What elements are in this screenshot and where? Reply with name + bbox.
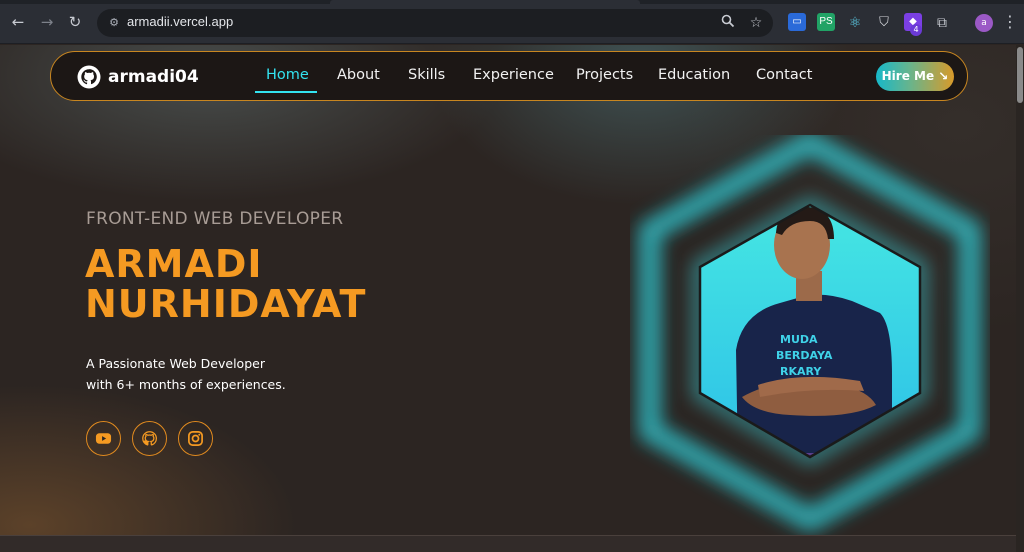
nav-about[interactable]: About <box>337 67 380 83</box>
instagram-icon <box>188 431 203 446</box>
browser-toolbar: ← → ↻ ⚙ armadii.vercel.app ☆ ▭ PS ⚛ ⛉ ◆ … <box>0 0 1024 44</box>
hero-name-line2: NURHIDAYAT <box>85 282 367 326</box>
zoom-icon[interactable] <box>719 14 737 32</box>
scrollbar-thumb[interactable] <box>1017 47 1023 103</box>
profile-avatar[interactable]: a <box>975 14 993 32</box>
active-nav-underline <box>255 91 317 93</box>
shirt-text-3: RKARY <box>780 365 822 378</box>
forward-icon[interactable]: → <box>37 12 57 32</box>
address-bar[interactable]: ⚙ armadii.vercel.app ☆ <box>97 9 773 37</box>
nav-home[interactable]: Home <box>266 67 309 83</box>
nav-experience[interactable]: Experience <box>473 67 554 83</box>
next-section-peek <box>0 535 1016 552</box>
menu-icon[interactable]: ⋮ <box>1002 12 1018 32</box>
hire-me-button[interactable]: Hire Me ↘ <box>876 62 954 91</box>
shield-icon[interactable]: ⛉ <box>875 13 893 31</box>
active-tab[interactable] <box>330 0 640 4</box>
url-text[interactable]: armadii.vercel.app <box>127 14 233 29</box>
bookmark-star-icon[interactable]: ☆ <box>747 14 765 32</box>
reload-icon[interactable]: ↻ <box>65 12 85 32</box>
nav-education[interactable]: Education <box>658 67 730 83</box>
page-viewport: armadi04 Home About Skills Experience Pr… <box>0 45 1024 552</box>
site-navbar: armadi04 Home About Skills Experience Pr… <box>50 51 968 101</box>
page-scrollbar[interactable] <box>1016 45 1024 552</box>
hero-name-line1: ARMADI <box>85 242 263 286</box>
extension-tab-icon[interactable]: ▭ <box>788 13 806 31</box>
extension-ps-icon[interactable]: PS <box>817 13 835 31</box>
back-icon[interactable]: ← <box>8 12 28 32</box>
profile-hexagon: MUDA BERDAYA RKARY <box>638 135 982 534</box>
youtube-link[interactable] <box>86 421 121 456</box>
extension-badge: 4 <box>910 24 922 36</box>
nav-contact[interactable]: Contact <box>756 67 812 83</box>
github-icon <box>142 431 158 446</box>
hero-role: FRONT-END WEB DEVELOPER <box>86 209 344 229</box>
github-logo-icon <box>77 65 101 89</box>
shirt-text-1: MUDA <box>780 333 818 346</box>
nav-skills[interactable]: Skills <box>408 67 445 83</box>
nav-projects[interactable]: Projects <box>576 67 633 83</box>
instagram-link[interactable] <box>178 421 213 456</box>
tab-strip <box>0 0 1024 4</box>
react-devtools-icon[interactable]: ⚛ <box>846 13 864 31</box>
hero-tagline-line1: A Passionate Web Developer <box>86 356 265 371</box>
brand[interactable]: armadi04 <box>77 64 199 90</box>
github-link[interactable] <box>132 421 167 456</box>
hero-tagline-line2: with 6+ months of experiences. <box>86 377 286 392</box>
shirt-text-2: BERDAYA <box>776 349 833 362</box>
extensions-puzzle-icon[interactable]: ⧉ <box>933 13 951 31</box>
profile-photo: MUDA BERDAYA RKARY <box>700 205 920 457</box>
brand-name: armadi04 <box>108 67 199 87</box>
youtube-icon <box>95 433 112 444</box>
site-settings-icon[interactable]: ⚙ <box>106 15 122 31</box>
